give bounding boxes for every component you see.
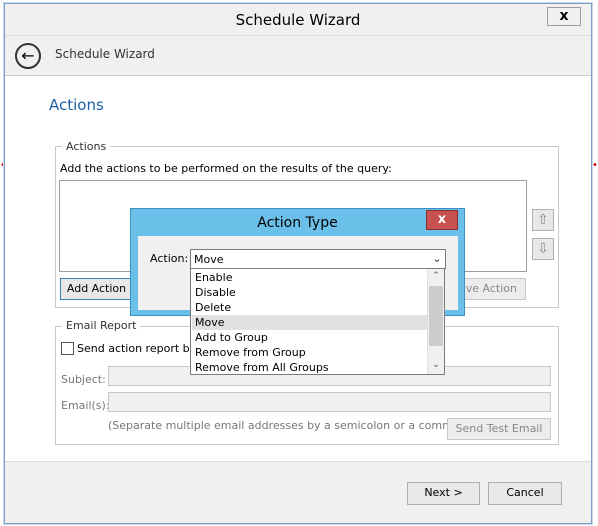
email-group-legend: Email Report: [62, 319, 141, 332]
send-report-label: Send action report by e: [77, 342, 207, 355]
dropdown-option[interactable]: Move: [192, 315, 428, 330]
scroll-up-arrow-icon[interactable]: ⌃: [428, 269, 444, 284]
dropdown-option[interactable]: Remove from All Groups: [192, 360, 428, 375]
wizard-header: ← Schedule Wizard: [5, 36, 591, 76]
chevron-down-icon[interactable]: ⌄: [429, 250, 445, 268]
dialog-title: Action Type: [257, 215, 338, 231]
scrollbar-thumb[interactable]: [429, 286, 443, 346]
actions-instructions: Add the actions to be performed on the r…: [60, 162, 392, 175]
action-label: Action:: [150, 252, 189, 265]
action-combobox-value: Move: [194, 253, 224, 266]
action-combobox[interactable]: Move ⌄: [190, 249, 446, 269]
dropdown-scrollbar[interactable]: ⌃ ⌄: [427, 269, 444, 374]
wizard-titlebar: Schedule Wizard x: [5, 4, 591, 36]
dropdown-option[interactable]: Delete: [192, 300, 428, 315]
move-up-arrow-icon[interactable]: ⇧: [532, 209, 554, 231]
emails-label: Email(s):: [61, 399, 110, 412]
scroll-down-arrow-icon[interactable]: ⌄: [428, 358, 444, 373]
dropdown-option[interactable]: Disable: [192, 285, 428, 300]
dropdown-option[interactable]: Add to Group: [192, 330, 428, 345]
send-report-checkbox[interactable]: [61, 342, 74, 355]
wizard-close-button[interactable]: x: [547, 7, 581, 26]
back-arrow-icon[interactable]: ←: [15, 43, 41, 69]
move-down-arrow-icon[interactable]: ⇩: [532, 238, 554, 260]
cancel-button[interactable]: Cancel: [488, 482, 562, 505]
dropdown-option[interactable]: Remove from Group: [192, 345, 428, 360]
dropdown-option[interactable]: Enable: [192, 270, 428, 285]
subject-label: Subject:: [61, 373, 106, 386]
add-action-button[interactable]: Add Action: [60, 278, 133, 300]
header-title: Schedule Wizard: [55, 47, 155, 61]
wizard-title: Schedule Wizard: [235, 11, 361, 29]
page-heading: Actions: [49, 96, 104, 114]
emails-field[interactable]: [108, 392, 551, 412]
send-test-email-button[interactable]: Send Test Email: [447, 418, 551, 440]
background-marker-right: •: [592, 160, 598, 171]
action-dropdown-list[interactable]: Enable Disable Delete Move Add to Group Remov…: [190, 268, 445, 375]
actions-group-legend: Actions: [62, 140, 111, 153]
wizard-footer: Next > Cancel: [5, 461, 591, 523]
emails-hint: (Separate multiple email addresses by a …: [108, 419, 464, 432]
next-button[interactable]: Next >: [407, 482, 480, 505]
dialog-close-button[interactable]: x: [426, 210, 458, 230]
